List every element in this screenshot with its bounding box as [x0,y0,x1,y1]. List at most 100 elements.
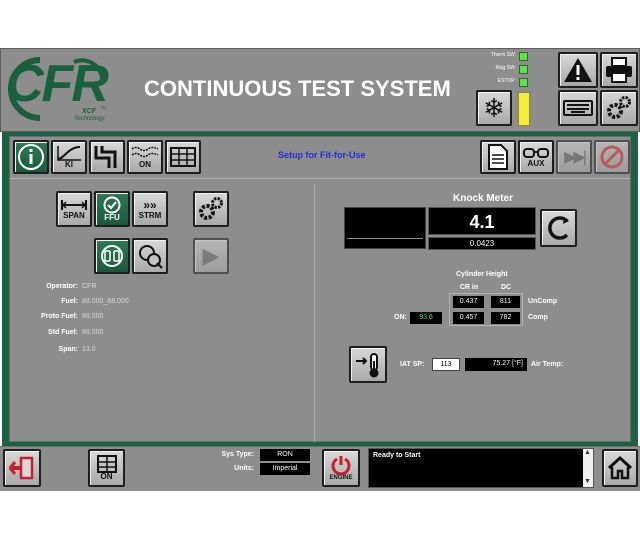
fuel-cycle-icon [101,245,123,267]
skip-forward-icon: ▶▶| [564,149,587,166]
printer-icon [606,57,632,83]
info-button[interactable] [13,140,49,174]
operator-value: CFR [82,283,97,290]
exit-icon [9,456,34,480]
fuel-search-button[interactable] [132,238,168,274]
engine-label: ENGINE [329,475,353,481]
power-icon [331,456,351,475]
indicator-mag-led [519,65,528,74]
logo-text: CFR [6,55,109,113]
vertical-divider [314,184,315,442]
air-temp-label: Air Temp: [531,361,564,368]
settings-button[interactable] [600,90,638,126]
skip-forward-button[interactable]: ▶▶| [556,140,592,174]
aux-button[interactable]: AUX [518,140,554,174]
curve-icon [57,146,81,161]
pipe-icon [94,146,117,168]
home-icon [607,456,633,480]
pipe-button[interactable] [89,140,125,174]
comp-dc-value: 782 [491,312,520,324]
stop-button[interactable] [594,140,630,174]
page-title: CONTINUOUS TEST SYSTEM [144,76,451,101]
span-button[interactable]: SPAN [56,191,92,227]
keyboard-icon [563,100,593,116]
status-log: Ready to Start ▲ ▼ [368,448,594,488]
logo-sub-technology: Technology [74,116,105,122]
iat-sp-input[interactable]: 113 [432,358,460,371]
on-button[interactable]: ON [127,140,163,174]
indicator-estop-label: ESTOP: [497,78,516,84]
knock-sub-value: 0.0423 [428,237,536,250]
ki-label: KI [65,160,73,169]
sys-type-value: RON [260,449,310,461]
span-field-label: Span: [58,346,78,353]
check-circle-icon [103,196,121,214]
sys-type-label: Sys Type: [221,451,254,458]
report-button[interactable] [480,140,516,174]
comp-label: Comp [528,314,548,321]
grid-icon [96,455,117,473]
on-label: ON [139,160,151,169]
indicator-therm-led [519,52,528,61]
toolbar-divider [10,178,630,179]
status-scrollbar[interactable]: ▲ ▼ [583,449,593,487]
exit-button[interactable] [3,449,41,487]
uncomp-cr-value: 0.437 [453,296,484,308]
thermometer-icon [356,352,379,377]
cr-in-header: CR in [459,284,479,291]
span-field-value: 13.0 [82,346,96,353]
on-number-label: ON: [394,314,407,321]
knock-trace [347,238,423,239]
ffu-label: FFU [104,213,120,222]
play-button[interactable]: ▶ [193,238,229,274]
air-temp-value: 75.27 [°F] [465,358,527,371]
fuel-compare-button[interactable] [94,238,130,274]
proto-fuel-label: Proto Fuel: [41,313,78,320]
warning-icon [564,58,592,82]
std-fuel-value: 88.000 [82,329,104,336]
knock-reset-button[interactable] [540,209,577,247]
config-button[interactable] [193,191,229,227]
stop-icon [600,145,624,169]
gears-icon [199,197,223,220]
engine-button[interactable]: ENGINE [322,449,360,487]
knock-value-display: 4.1 [428,207,536,235]
fuel-search-icon [139,245,163,269]
level-bar [518,92,530,126]
status-text: Ready to Start [373,452,421,459]
scroll-down-icon[interactable]: ▼ [584,478,591,485]
on-grid-button[interactable]: ON [88,449,125,487]
iat-sp-label: IAT SP: [400,361,425,368]
table-button[interactable] [165,140,201,174]
indicator-estop-led [519,78,528,87]
cylinder-height-title: Cylinder Height [456,271,508,278]
document-icon [488,144,508,170]
home-button[interactable] [602,449,638,487]
snowflake-icon: ❄ [483,93,505,123]
keyboard-button[interactable] [558,90,598,126]
ffu-button[interactable]: FFU [94,191,130,227]
content-area [9,136,631,442]
gears-icon [607,96,631,119]
scroll-up-icon[interactable]: ▲ [584,449,591,456]
proto-fuel-value: 88.000 [82,313,104,320]
fuel-label: Fuel: [61,298,78,305]
strm-button[interactable]: »» STRM [132,191,168,227]
info-icon [18,144,44,170]
indicator-mag-label: Mag SW: [495,65,516,71]
table-icon [170,147,196,167]
logo-sub-xcf: XCF [82,108,96,115]
ki-button[interactable]: KI [51,140,87,174]
alarm-button[interactable] [558,52,598,88]
temperature-button[interactable] [349,346,387,383]
units-label: Units: [234,465,254,472]
logo-tm: TM [100,105,106,110]
dc-header: DC [500,284,512,291]
uncomp-label: UnComp [528,298,558,305]
knock-graph [344,207,426,249]
on-number-value: 93.6 [410,312,442,324]
toolbar-status-text: Setup for Fit-for-Use [278,150,366,160]
print-button[interactable] [600,52,638,88]
freeze-button[interactable]: ❄ [476,90,512,126]
glasses-icon [523,148,549,158]
